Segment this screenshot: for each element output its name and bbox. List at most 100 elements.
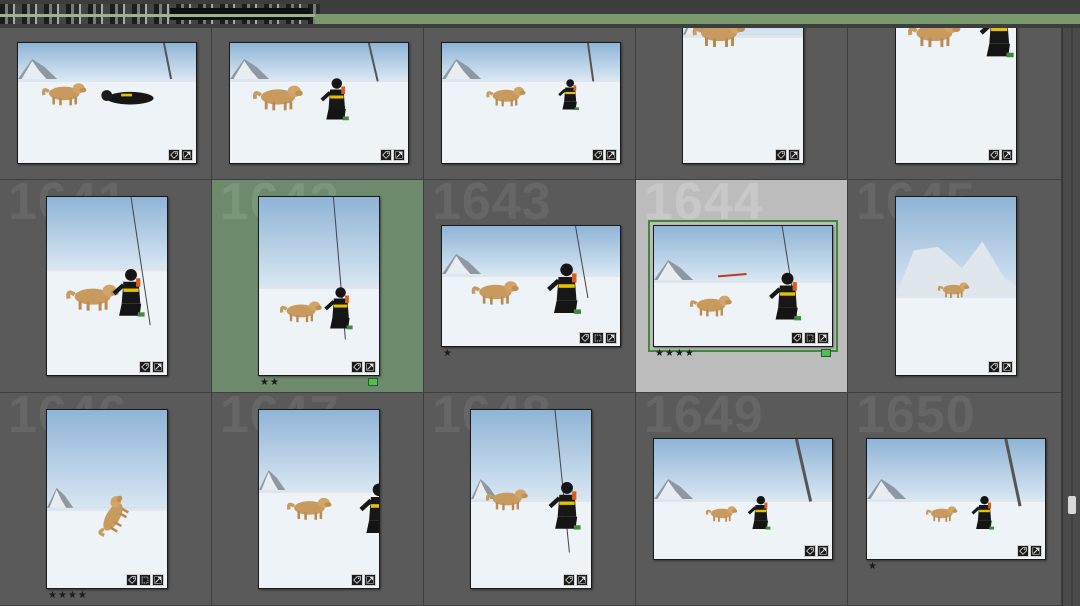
crop-icon[interactable] bbox=[576, 574, 588, 586]
crop-icon[interactable] bbox=[152, 574, 164, 586]
crop-icon[interactable] bbox=[1001, 361, 1013, 373]
photo-thumbnail[interactable] bbox=[441, 225, 621, 347]
thumbnail-badges bbox=[168, 149, 193, 161]
grid-cell[interactable] bbox=[0, 28, 212, 180]
tag-icon[interactable] bbox=[351, 574, 363, 586]
tag-icon[interactable] bbox=[139, 361, 151, 373]
photo-thumbnail[interactable] bbox=[17, 42, 197, 164]
photo-image bbox=[867, 439, 1045, 559]
photo-image bbox=[442, 43, 620, 163]
crop-icon[interactable] bbox=[364, 361, 376, 373]
photo-image bbox=[259, 197, 379, 375]
photo-image bbox=[47, 410, 167, 588]
thumbnail-badges bbox=[579, 332, 617, 344]
crop-icon[interactable] bbox=[1001, 149, 1013, 161]
scrollbar-track bbox=[1071, 28, 1073, 606]
photo-image bbox=[896, 197, 1016, 375]
grid-cell[interactable]: 1644 ★★★★ bbox=[636, 180, 848, 393]
photo-thumbnail[interactable] bbox=[866, 438, 1046, 560]
frame-icon[interactable] bbox=[139, 574, 151, 586]
crop-icon[interactable] bbox=[393, 149, 405, 161]
tag-icon[interactable] bbox=[1017, 545, 1029, 557]
photo-image bbox=[47, 197, 167, 375]
tag-icon[interactable] bbox=[579, 332, 591, 344]
tag-icon[interactable] bbox=[563, 574, 575, 586]
thumbnail-grid: 1641 1642 bbox=[0, 28, 1062, 606]
tag-icon[interactable] bbox=[592, 149, 604, 161]
pick-flag-icon[interactable] bbox=[821, 349, 831, 357]
thumbnail-badges bbox=[351, 361, 376, 373]
grid-cell[interactable]: 1650 ★ bbox=[848, 393, 1062, 606]
photo-thumbnail[interactable] bbox=[258, 196, 380, 376]
grid-cell[interactable]: 1647 bbox=[212, 393, 424, 606]
tag-icon[interactable] bbox=[791, 332, 803, 344]
frame-icon[interactable] bbox=[804, 332, 816, 344]
tag-icon[interactable] bbox=[988, 361, 1000, 373]
photo-thumbnail[interactable] bbox=[895, 28, 1017, 164]
grid-cell[interactable]: 1646 ★★★★ bbox=[0, 393, 212, 606]
star-rating[interactable]: ★ bbox=[443, 348, 453, 359]
photo-thumbnail[interactable] bbox=[682, 28, 804, 164]
frame-icon[interactable] bbox=[592, 332, 604, 344]
thumbnail-badges bbox=[791, 332, 829, 344]
star-rating[interactable]: ★★★★ bbox=[48, 590, 88, 601]
crop-icon[interactable] bbox=[817, 332, 829, 344]
grid-cell[interactable] bbox=[424, 28, 636, 180]
tag-icon[interactable] bbox=[380, 149, 392, 161]
grid-cell[interactable] bbox=[212, 28, 424, 180]
crop-icon[interactable] bbox=[1030, 545, 1042, 557]
crop-icon[interactable] bbox=[364, 574, 376, 586]
crop-icon[interactable] bbox=[605, 149, 617, 161]
thumbnail-badges bbox=[592, 149, 617, 161]
vertical-scrollbar[interactable] bbox=[1062, 28, 1080, 606]
thumbnail-badges bbox=[126, 574, 164, 586]
photo-thumbnail[interactable] bbox=[229, 42, 409, 164]
photo-image bbox=[18, 43, 196, 163]
grid-cell[interactable] bbox=[848, 28, 1062, 180]
grid-cell[interactable]: 1643 ★ bbox=[424, 180, 636, 393]
top-toolbar bbox=[0, 0, 1080, 28]
photo-thumbnail[interactable] bbox=[653, 438, 833, 560]
tag-icon[interactable] bbox=[804, 545, 816, 557]
grid-cell[interactable]: 1645 bbox=[848, 180, 1062, 393]
crop-icon[interactable] bbox=[605, 332, 617, 344]
star-rating[interactable]: ★★ bbox=[260, 377, 280, 388]
tag-icon[interactable] bbox=[168, 149, 180, 161]
thumbnail-badges bbox=[139, 361, 164, 373]
tag-icon[interactable] bbox=[988, 149, 1000, 161]
photo-thumbnail[interactable] bbox=[648, 220, 838, 352]
crop-icon[interactable] bbox=[181, 149, 193, 161]
star-rating[interactable]: ★★★★ bbox=[655, 348, 695, 359]
filmstrip-header-bar-right bbox=[315, 14, 1080, 24]
photo-thumbnail[interactable] bbox=[470, 409, 592, 589]
star-rating[interactable]: ★ bbox=[868, 561, 878, 572]
grid-cell[interactable]: 1648 bbox=[424, 393, 636, 606]
photo-thumbnail[interactable] bbox=[441, 42, 621, 164]
photo-thumbnail[interactable] bbox=[258, 409, 380, 589]
photo-image bbox=[654, 226, 832, 346]
filmstrip-header-bar bbox=[0, 14, 320, 17]
tag-icon[interactable] bbox=[775, 149, 787, 161]
thumbnail-badges bbox=[775, 149, 800, 161]
crop-icon[interactable] bbox=[788, 149, 800, 161]
grid-cell[interactable] bbox=[636, 28, 848, 180]
photo-thumbnail[interactable] bbox=[895, 196, 1017, 376]
thumbnail-badges bbox=[988, 361, 1013, 373]
tag-icon[interactable] bbox=[351, 361, 363, 373]
thumbnail-badges bbox=[1017, 545, 1042, 557]
photo-image bbox=[230, 43, 408, 163]
photo-thumbnail[interactable] bbox=[46, 196, 168, 376]
photo-image bbox=[471, 410, 591, 588]
grid-cell[interactable]: 1642 ★★ bbox=[212, 180, 424, 393]
tag-icon[interactable] bbox=[126, 574, 138, 586]
pick-flag-icon[interactable] bbox=[368, 378, 378, 386]
crop-icon[interactable] bbox=[817, 545, 829, 557]
thumbnail-badges bbox=[380, 149, 405, 161]
scrollbar-thumb[interactable] bbox=[1068, 496, 1076, 514]
photo-thumbnail[interactable] bbox=[46, 409, 168, 589]
crop-icon[interactable] bbox=[152, 361, 164, 373]
photo-image bbox=[683, 28, 803, 163]
grid-cell[interactable]: 1649 bbox=[636, 393, 848, 606]
grid-cell[interactable]: 1641 bbox=[0, 180, 212, 393]
photo-image bbox=[259, 410, 379, 588]
